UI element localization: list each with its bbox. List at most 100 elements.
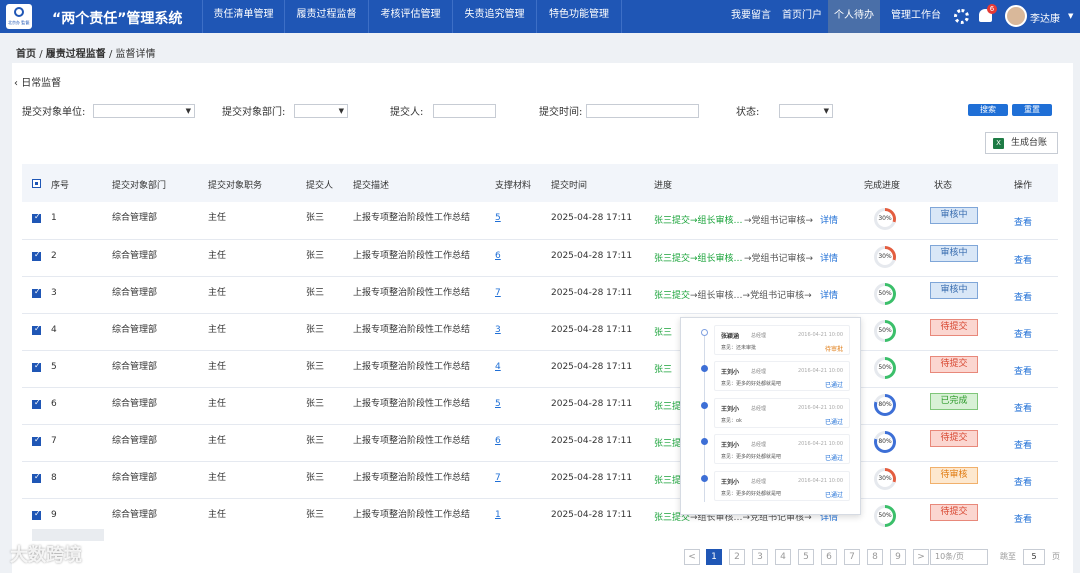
row-checkbox[interactable] xyxy=(32,250,41,261)
row-no: 2 xyxy=(51,251,57,261)
user-name[interactable]: 李达康 xyxy=(1030,10,1060,25)
approval-opinion: 意见：还未审批 xyxy=(721,345,757,351)
row-no: 9 xyxy=(51,510,57,520)
row-divider xyxy=(22,239,1058,240)
row-no: 3 xyxy=(51,288,57,298)
nav-assessment[interactable]: 考核评估管理 xyxy=(368,0,452,33)
nav-accountability[interactable]: 失责追究管理 xyxy=(452,0,536,33)
materials-link[interactable]: 6 xyxy=(495,436,501,446)
breadcrumb-home[interactable]: 首页 xyxy=(16,49,36,60)
generate-ledger-button[interactable]: X 生成台账 xyxy=(985,132,1058,154)
jump-input[interactable]: 5 xyxy=(1023,549,1045,565)
col-header-action: 操作 xyxy=(1014,181,1033,191)
filter-unit-select[interactable]: ▼ xyxy=(93,104,195,118)
progress-detail-link[interactable]: 详情 xyxy=(820,288,838,301)
materials-link[interactable]: 5 xyxy=(495,399,501,409)
search-button[interactable]: 搜索 xyxy=(968,104,1008,116)
filter-submitter-label: 提交人: xyxy=(390,107,424,118)
view-link[interactable]: 查看 xyxy=(1014,290,1032,303)
chevron-down-icon[interactable]: ▼ xyxy=(1068,12,1073,20)
col-header-status: 状态 xyxy=(934,181,953,191)
prev-page-button[interactable]: < xyxy=(684,549,700,565)
view-link[interactable]: 查看 xyxy=(1014,401,1032,414)
page-button[interactable]: 7 xyxy=(844,549,860,565)
filter-time-input[interactable] xyxy=(586,104,699,118)
materials-link[interactable]: 7 xyxy=(495,288,501,298)
approver-name: 王刘小 xyxy=(721,479,740,486)
row-checkbox[interactable] xyxy=(32,472,41,483)
nav-featured[interactable]: 特色功能管理 xyxy=(536,0,622,33)
page-button[interactable]: 5 xyxy=(798,549,814,565)
reset-button[interactable]: 重置 xyxy=(1012,104,1052,116)
nav-workbench[interactable]: 管理工作台 xyxy=(891,0,941,33)
row-checkbox[interactable] xyxy=(32,324,41,335)
nav-responsibility-list[interactable]: 责任清单管理 xyxy=(202,0,284,33)
row-time: 2025-04-28 17:11 xyxy=(551,436,633,446)
filter-status-select[interactable]: ▼ xyxy=(779,104,833,118)
view-link[interactable]: 查看 xyxy=(1014,364,1032,377)
page-button[interactable]: 2 xyxy=(729,549,745,565)
materials-link[interactable]: 7 xyxy=(495,473,501,483)
materials-link[interactable]: 3 xyxy=(495,325,501,335)
timeline-dot xyxy=(701,365,708,372)
row-time: 2025-04-28 17:11 xyxy=(551,362,633,372)
breadcrumb-parent[interactable]: 履责过程监督 xyxy=(46,49,106,60)
gear-icon[interactable] xyxy=(954,9,969,24)
filter-submitter-input[interactable] xyxy=(433,104,496,118)
approval-time: 2016-04-21 10:00 xyxy=(797,332,843,338)
row-submitter: 张三 xyxy=(306,288,325,298)
page-button[interactable]: 4 xyxy=(775,549,791,565)
view-link[interactable]: 查看 xyxy=(1014,215,1032,228)
materials-link[interactable]: 5 xyxy=(495,213,501,223)
nav-process-supervision[interactable]: 履责过程监督 xyxy=(284,0,368,33)
view-link[interactable]: 查看 xyxy=(1014,512,1032,525)
nav-leave-message[interactable]: 我要留言 xyxy=(731,0,771,33)
timeline-entry: 王刘小 总经理 2016-04-21 10:00 意见：更多的好处都就是吧 已通过 xyxy=(714,471,850,501)
page-button[interactable]: 1 xyxy=(706,549,722,565)
select-all-checkbox[interactable] xyxy=(32,179,41,188)
materials-link[interactable]: 4 xyxy=(495,362,501,372)
row-submitter: 张三 xyxy=(306,362,325,372)
view-link[interactable]: 查看 xyxy=(1014,327,1032,340)
approval-opinion: 意见：更多的好处都就是吧 xyxy=(721,454,782,460)
row-checkbox[interactable] xyxy=(32,361,41,372)
completion-percent: 50% xyxy=(878,290,892,297)
filter-status-label: 状态: xyxy=(736,107,760,118)
completion-percent: 50% xyxy=(878,327,892,334)
page-size-select[interactable]: 10条/页 xyxy=(930,549,988,565)
view-link[interactable]: 查看 xyxy=(1014,253,1032,266)
jump-unit: 页 xyxy=(1052,552,1060,561)
row-checkbox[interactable] xyxy=(32,435,41,446)
row-time: 2025-04-28 17:11 xyxy=(551,213,633,223)
view-link[interactable]: 查看 xyxy=(1014,475,1032,488)
row-checkbox[interactable] xyxy=(32,509,41,520)
page-button[interactable]: 9 xyxy=(890,549,906,565)
progress-detail-link[interactable]: 详情 xyxy=(820,213,838,226)
materials-link[interactable]: 1 xyxy=(495,510,501,520)
back-link[interactable]: ‹ 日常监督 xyxy=(14,74,61,89)
avatar[interactable] xyxy=(1005,5,1027,27)
page-button[interactable]: 6 xyxy=(821,549,837,565)
progress-pending: →党组书记审核→ xyxy=(744,254,814,264)
status-badge: 审核中 xyxy=(930,245,978,262)
progress-detail-link[interactable]: 详情 xyxy=(820,251,838,264)
nav-portal-home[interactable]: 首页门户 xyxy=(782,0,822,33)
row-checkbox[interactable] xyxy=(32,212,41,223)
view-link[interactable]: 查看 xyxy=(1014,438,1032,451)
approver-name: 王刘小 xyxy=(721,369,740,376)
approval-opinion: 意见：更多的好处都就是吧 xyxy=(721,381,782,387)
approval-time: 2016-04-21 10:00 xyxy=(797,405,843,411)
col-header-desc: 提交描述 xyxy=(353,181,390,191)
col-header-progress: 进度 xyxy=(654,181,673,191)
next-page-button[interactable]: > xyxy=(913,549,929,565)
filter-dept-select[interactable]: ▼ xyxy=(294,104,348,118)
page-button[interactable]: 3 xyxy=(752,549,768,565)
nav-personal-todo[interactable]: 个人待办 xyxy=(828,0,880,33)
progress-done: 张三提交→组长审核… xyxy=(654,254,743,264)
materials-link[interactable]: 6 xyxy=(495,251,501,261)
row-checkbox[interactable] xyxy=(32,398,41,409)
row-checkbox[interactable] xyxy=(32,287,41,298)
row-submitter: 张三 xyxy=(306,436,325,446)
page-button[interactable]: 8 xyxy=(867,549,883,565)
row-dept: 综合管理部 xyxy=(112,399,158,409)
